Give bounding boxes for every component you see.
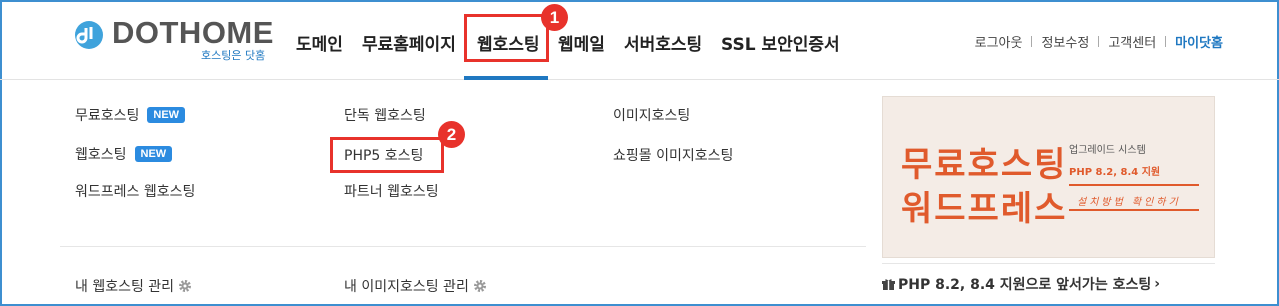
step-badge-1: 1 [541, 4, 568, 31]
menu-partner-hosting[interactable]: 파트너 웹호스팅 [344, 181, 439, 201]
banner-title-free-hosting: 무료호스팅 [901, 146, 1068, 184]
menu-label: 무료호스팅 [75, 108, 140, 124]
new-badge: NEW [147, 107, 186, 123]
banner-upgrade-text: 업그레이드 시스템 [1069, 145, 1146, 156]
banner-install-guide: 설치방법 확인하기 [1077, 197, 1181, 208]
php-notice-link[interactable]: PHP 8.2, 8.4 지원으로 앞서가는 호스팅 › [882, 274, 1160, 294]
logo-text: DOTHOME [112, 15, 274, 50]
logo-d-icon [75, 21, 103, 49]
menu-image-hosting[interactable]: 이미지호스팅 [613, 105, 690, 125]
nav-domain[interactable]: 도메인 [296, 30, 343, 55]
nav-ssl[interactable]: SSL 보안인증서 [721, 30, 840, 55]
menu-divider [60, 246, 866, 247]
menu-free-hosting[interactable]: 무료호스팅 NEW [75, 105, 186, 125]
menu-label: 웹호스팅 [75, 147, 127, 163]
menu-label: 단독 웹호스팅 [344, 108, 426, 124]
menu-web-hosting[interactable]: 웹호스팅 NEW [75, 144, 173, 164]
menu-label: 이미지호스팅 [613, 108, 691, 124]
header: DOTHOME 호스팅은 닷홈 도메인 무료홈페이지 웹호스팅 웹메일 서버호스… [0, 0, 1279, 80]
menu-shop-image-hosting[interactable]: 쇼핑몰 이미지호스팅 [613, 145, 733, 165]
menu-label: 파트너 웹호스팅 [344, 184, 439, 200]
support-link[interactable]: 고객센터 [1108, 32, 1156, 51]
gear-icon [179, 280, 192, 292]
banner-rule [1069, 209, 1199, 211]
utility-nav: 로그아웃 정보수정 고객센터 마이닷홈 [975, 32, 1223, 51]
menu-label: 쇼핑몰 이미지호스팅 [613, 148, 734, 164]
util-divider [1098, 36, 1100, 47]
promo-banner[interactable]: 무료호스팅 워드프레스 업그레이드 시스템 PHP 8.2, 8.4 지원 설치… [882, 96, 1215, 258]
gift-icon [882, 278, 895, 290]
nav-active-indicator [464, 76, 548, 80]
step-badge-2: 2 [438, 121, 465, 148]
highlight-box-web-hosting [464, 14, 549, 62]
manage-web-hosting-link[interactable]: 내 웹호스팅 관리 [75, 276, 192, 296]
nav-webmail[interactable]: 웹메일 [558, 30, 605, 55]
menu-label: 워드프레스 웹호스팅 [75, 184, 196, 200]
banner-title-wordpress: 워드프레스 [901, 190, 1068, 228]
util-divider [1165, 36, 1167, 47]
new-badge: NEW [134, 146, 173, 162]
notice-text: PHP 8.2, 8.4 지원으로 앞서가는 호스팅 [898, 277, 1152, 293]
manage-image-hosting-link[interactable]: 내 이미지호스팅 관리 [344, 276, 487, 296]
banner-rule [1069, 184, 1199, 186]
menu-dedicated-hosting[interactable]: 단독 웹호스팅 [344, 105, 426, 125]
banner-php-text: PHP 8.2, 8.4 지원 [1069, 167, 1161, 178]
util-divider [1031, 36, 1033, 47]
mypage-link[interactable]: 마이닷홈 [1175, 32, 1223, 51]
gear-icon [473, 280, 486, 292]
chevron-right-icon: › [1154, 276, 1160, 292]
logo-slogan: 호스팅은 닷홈 [201, 49, 266, 62]
menu-label: 내 웹호스팅 관리 [75, 279, 175, 295]
edit-profile-link[interactable]: 정보수정 [1041, 32, 1089, 51]
menu-label: 내 이미지호스팅 관리 [344, 279, 469, 295]
menu-wordpress-hosting[interactable]: 워드프레스 웹호스팅 [75, 181, 195, 201]
highlight-box-php5 [330, 137, 444, 173]
nav-free-homepage[interactable]: 무료홈페이지 [362, 30, 456, 55]
logout-link[interactable]: 로그아웃 [975, 32, 1023, 51]
notice-divider [882, 263, 1215, 264]
nav-server-hosting[interactable]: 서버호스팅 [624, 30, 702, 55]
